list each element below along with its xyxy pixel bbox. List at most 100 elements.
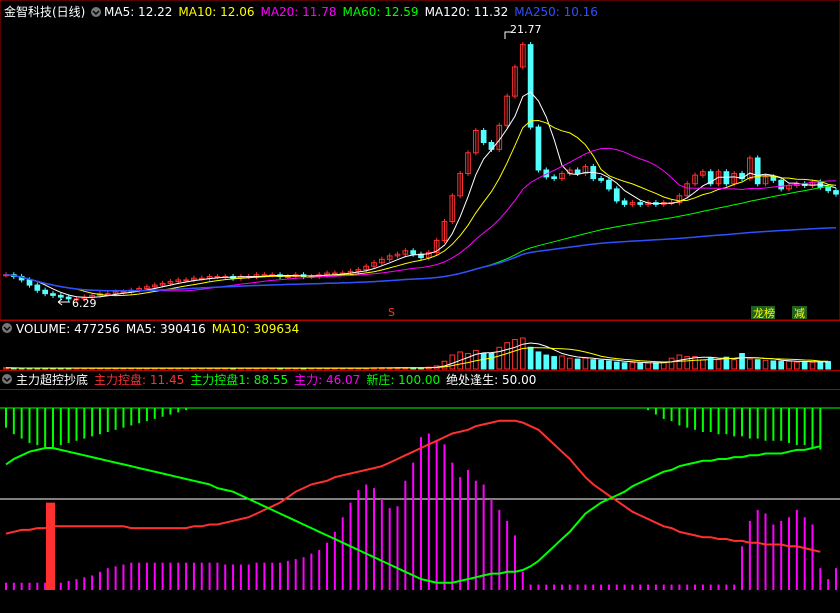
collapse-icon[interactable] bbox=[2, 374, 12, 384]
header.ma-item: MA60: 12.59 bbox=[343, 5, 419, 19]
candle-body bbox=[42, 289, 49, 295]
ma5-line bbox=[5, 91, 837, 298]
stock-title: 金智科技(日线) bbox=[4, 4, 85, 19]
volume-bar bbox=[621, 362, 628, 370]
reduce-badge: 减 bbox=[792, 306, 807, 320]
candle-body bbox=[606, 179, 612, 190]
candle-body bbox=[833, 190, 839, 195]
volume-bar bbox=[747, 358, 753, 370]
candle-body bbox=[723, 171, 730, 185]
collapse-icon[interactable] bbox=[91, 7, 101, 17]
volume-legend: VOLUME: 477256 MA5: 390416 MA10: 309634 bbox=[16, 322, 299, 336]
indicator_header-item: 主力: 46.07 bbox=[294, 373, 360, 387]
volume-bar bbox=[629, 362, 636, 370]
candle-body bbox=[34, 284, 41, 291]
candle-body bbox=[778, 179, 785, 190]
ma10-line bbox=[5, 119, 837, 297]
volume-bar bbox=[613, 361, 620, 370]
volume-bar bbox=[535, 351, 542, 370]
volume-bar bbox=[449, 354, 456, 370]
header.ma-item: MA250: 10.16 bbox=[514, 5, 598, 19]
candle-body bbox=[551, 176, 557, 180]
candle-body bbox=[26, 279, 33, 286]
volume-bar bbox=[527, 346, 534, 370]
volume-bar bbox=[480, 353, 487, 370]
price-plot bbox=[3, 42, 839, 302]
candle-body bbox=[770, 176, 777, 181]
candle-body bbox=[825, 186, 832, 192]
volume_header-item: MA5: 390416 bbox=[126, 322, 206, 336]
longhu-label: 龙榜 bbox=[753, 306, 775, 320]
volume-bar bbox=[637, 362, 644, 370]
header.ma-item: MA5: 12.22 bbox=[104, 5, 172, 19]
candle-body bbox=[332, 272, 338, 275]
candle-body bbox=[613, 188, 620, 202]
volume-bar bbox=[653, 362, 659, 370]
candle-body bbox=[527, 44, 534, 128]
volume-bar bbox=[754, 359, 761, 370]
volume-bar bbox=[519, 337, 526, 370]
header.ma-item: MA120: 11.32 bbox=[425, 5, 509, 19]
volume-bar bbox=[668, 357, 675, 370]
volume-bar bbox=[778, 361, 785, 370]
candle-body bbox=[535, 126, 542, 171]
indicator_header-item: 绝处逢生: 50.00 bbox=[446, 372, 536, 387]
candle-body bbox=[183, 279, 189, 282]
volume-bar bbox=[739, 353, 745, 370]
volume-bar bbox=[786, 360, 792, 370]
low-annotation: 6.29 bbox=[57, 297, 97, 310]
stock-chart: 金智科技(日线) MA5: 12.22 MA10: 12.06 MA20: 11.7… bbox=[0, 0, 840, 590]
reduce-label: 减 bbox=[794, 307, 805, 320]
s-marker: S bbox=[388, 306, 395, 319]
volume-bar bbox=[715, 359, 722, 370]
ma60-line bbox=[5, 184, 837, 292]
indicator_header-item: 新庄: 100.00 bbox=[366, 372, 440, 387]
candle-body bbox=[410, 250, 417, 255]
volume-plot bbox=[3, 337, 832, 370]
volume-bar bbox=[700, 359, 706, 370]
volume-bar bbox=[543, 354, 550, 370]
volume-bar bbox=[606, 360, 612, 370]
candle-body bbox=[621, 200, 628, 205]
volume_header-item: VOLUME: 477256 bbox=[16, 322, 120, 336]
volume-bar bbox=[512, 339, 518, 370]
longhu-badge: 龙榜 bbox=[751, 306, 775, 320]
ma-legend: MA5: 12.22 MA10: 12.06 MA20: 11.78 MA60: 12… bbox=[104, 5, 598, 19]
candle-body bbox=[754, 157, 761, 185]
volume-bar bbox=[770, 360, 777, 370]
indicator_header-item: 主力超控抄底 bbox=[16, 372, 88, 387]
ma20-line bbox=[5, 147, 837, 292]
volume-bar bbox=[574, 358, 581, 370]
candle-body bbox=[104, 293, 111, 296]
volume-bar bbox=[794, 361, 800, 370]
high-annotation: 21.77 bbox=[504, 23, 542, 39]
header.ma-item: MA10: 12.06 bbox=[178, 5, 254, 19]
volume-bar bbox=[676, 354, 683, 370]
volume-bar bbox=[551, 356, 557, 370]
volume-bar bbox=[825, 361, 832, 370]
volume-bar bbox=[809, 361, 816, 370]
collapse-icon[interactable] bbox=[2, 323, 12, 333]
volume_header-item: MA10: 309634 bbox=[212, 322, 300, 336]
header.ma-item: MA20: 11.78 bbox=[260, 5, 336, 19]
indicator-legend: 主力超控抄底 主力控盘: 11.45 主力控盘1: 88.55 主力: 46.07 新庄… bbox=[16, 372, 536, 387]
candle-body bbox=[50, 293, 56, 296]
candle-body bbox=[637, 202, 644, 205]
volume-bar bbox=[598, 359, 604, 370]
volume-bar bbox=[817, 361, 824, 370]
volume-bar bbox=[566, 357, 573, 370]
volume-bar bbox=[488, 353, 495, 370]
volume-bar bbox=[465, 353, 471, 370]
candle-body bbox=[598, 178, 604, 181]
candle-body bbox=[574, 169, 581, 174]
volume-header: VOLUME: 477256 MA5: 390416 MA10: 309634 bbox=[2, 322, 299, 336]
volume-bar bbox=[472, 349, 479, 370]
high-price-label: 21.77 bbox=[510, 23, 542, 36]
bottom-signal-bar bbox=[46, 502, 55, 590]
indicator_header-item: 主力控盘: 11.45 bbox=[94, 372, 184, 387]
candle-body bbox=[480, 129, 487, 144]
volume-bar bbox=[731, 359, 738, 370]
volume-bar bbox=[762, 359, 769, 370]
volume-bar bbox=[801, 361, 808, 370]
volume-bar bbox=[504, 342, 510, 370]
